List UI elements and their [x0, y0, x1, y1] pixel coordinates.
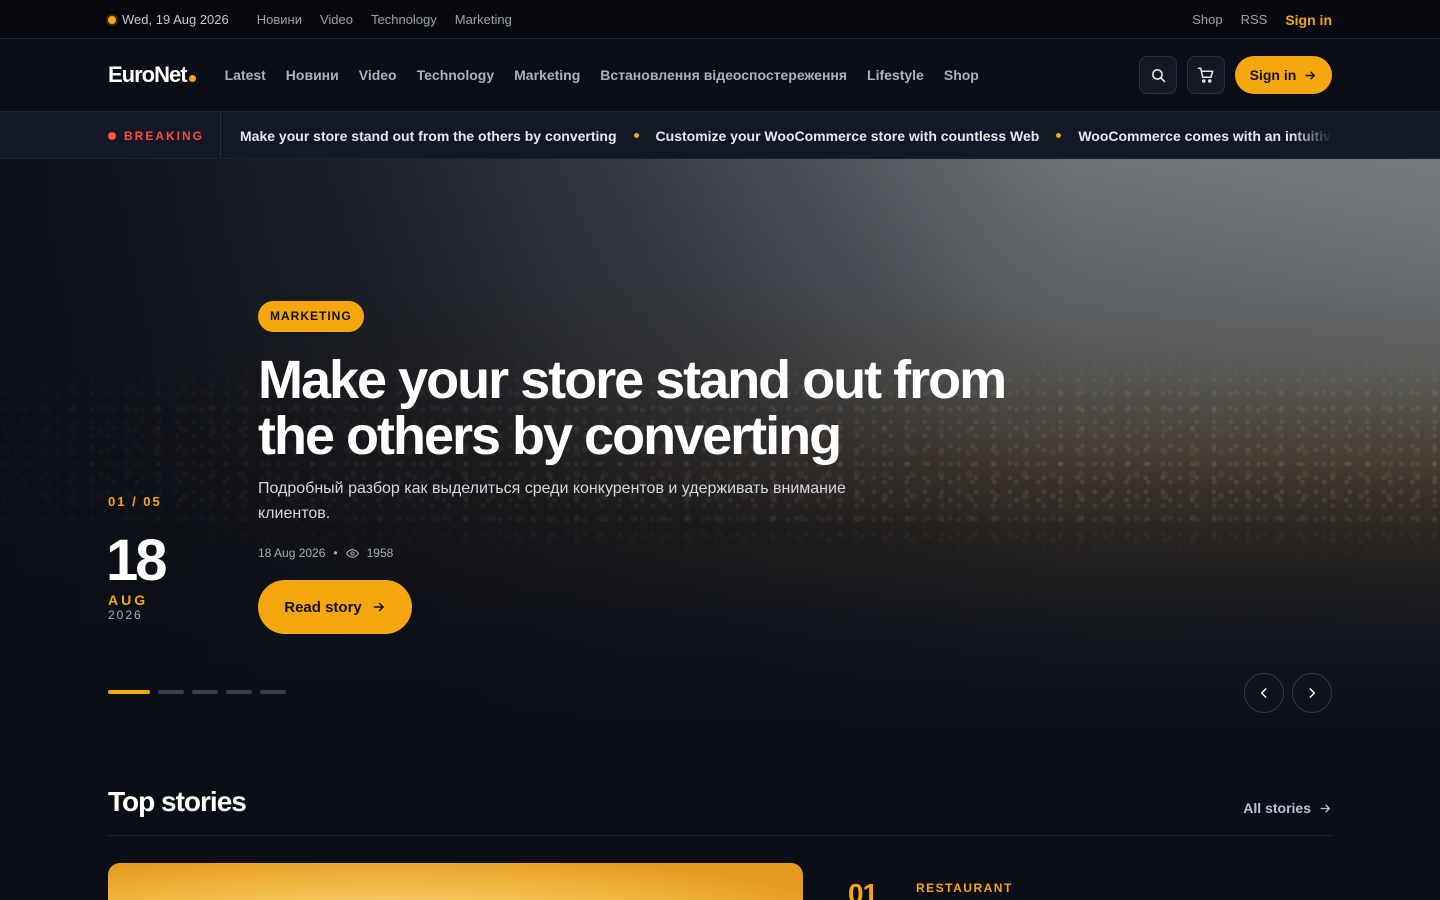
breaking-news-bar: BREAKING Make your store stand out from …	[0, 111, 1440, 159]
search-icon	[1151, 68, 1165, 82]
arrow-right-icon	[1320, 804, 1330, 812]
live-dot-icon	[108, 15, 116, 24]
ticker-item[interactable]: Make your store stand out from the other…	[240, 128, 617, 144]
cart-icon	[1197, 67, 1214, 83]
slide-counter: 01 / 05	[108, 494, 162, 509]
topbar-link-rss[interactable]: RSS	[1241, 12, 1268, 27]
chevron-left-icon	[1260, 688, 1267, 698]
slide-indicator[interactable]	[158, 690, 184, 694]
next-slide-button[interactable]	[1292, 673, 1332, 713]
category-badge[interactable]: MARKETING	[258, 301, 364, 332]
top-bar: Wed, 19 Aug 2026 Новини Video Technology…	[0, 0, 1440, 39]
top-stories-header: Top stories All stories	[108, 786, 1332, 836]
story-category[interactable]: RESTAURANT	[916, 881, 1013, 895]
slide-indicators	[108, 690, 286, 694]
topbar-link-shop[interactable]: Shop	[1192, 12, 1222, 27]
eye-icon	[345, 548, 359, 558]
hero-date: 18 Aug 2026	[258, 546, 326, 560]
hero-views: 1958	[366, 546, 394, 560]
topbar-link-video[interactable]: Video	[320, 12, 353, 27]
hero-year: 2026	[108, 608, 143, 622]
topbar-signin-link[interactable]: Sign in	[1285, 12, 1332, 28]
hero-date-block: 18 AUG 2026	[106, 528, 167, 623]
slider-arrows	[1244, 673, 1332, 713]
arrow-right-icon	[373, 602, 384, 612]
slide-indicator[interactable]	[108, 690, 150, 694]
logo-dot-icon	[188, 75, 196, 82]
topbar-link-news[interactable]: Новини	[257, 12, 302, 27]
story-rank: 01	[848, 878, 878, 900]
section-title: Top stories	[108, 786, 247, 817]
nav-item-shop[interactable]: Shop	[944, 67, 979, 83]
current-date: Wed, 19 Aug 2026	[122, 12, 229, 27]
site-logo[interactable]: EuroNet	[108, 62, 196, 88]
ticker-separator-icon	[1056, 133, 1062, 138]
hero-content: MARKETING Make your store stand out from…	[258, 301, 1058, 634]
breaking-label-text: BREAKING	[124, 128, 205, 143]
breaking-label: BREAKING	[108, 112, 222, 158]
logo-text: EuroNet	[108, 62, 188, 87]
meta-separator: •	[333, 546, 338, 560]
all-stories-link[interactable]: All stories	[1243, 800, 1332, 816]
read-story-label: Read story	[284, 598, 362, 616]
nav-item-marketing[interactable]: Marketing	[514, 67, 580, 83]
nav-item-video[interactable]: Video	[359, 67, 397, 83]
slide-indicator[interactable]	[192, 690, 218, 694]
slide-indicator[interactable]	[226, 690, 252, 694]
nav-item-lifestyle[interactable]: Lifestyle	[867, 67, 924, 83]
hero-meta: 18 Aug 2026 • 1958	[258, 546, 1058, 560]
slide-indicator[interactable]	[260, 690, 286, 694]
search-button[interactable]	[1139, 56, 1177, 94]
hero-title[interactable]: Make your store stand out from the other…	[258, 352, 1038, 464]
hero-slider: 01 / 05 18 AUG 2026 MARKETING Make your …	[0, 159, 1440, 739]
ticker-item[interactable]: Customize your WooCommerce store with co…	[656, 128, 1040, 144]
nav-item-cctv-install[interactable]: Встановлення відеоспостереження	[600, 67, 847, 83]
hero-day: 18	[106, 528, 167, 593]
read-story-button[interactable]: Read story	[258, 580, 412, 634]
breaking-dot-icon	[108, 131, 116, 140]
nav-item-latest[interactable]: Latest	[225, 67, 266, 83]
signin-button[interactable]: Sign in	[1235, 56, 1332, 94]
nav-item-news[interactable]: Новини	[286, 67, 339, 83]
hero-month: AUG	[108, 592, 149, 608]
arrow-right-icon	[1305, 71, 1316, 79]
main-header: EuroNet Latest Новини Video Technology M…	[0, 39, 1440, 111]
cart-button[interactable]	[1187, 56, 1225, 94]
breaking-ticker: Make your store stand out from the other…	[240, 127, 1332, 144]
ticker-separator-icon	[633, 133, 639, 138]
prev-slide-button[interactable]	[1244, 673, 1284, 713]
nav-item-technology[interactable]: Technology	[417, 67, 495, 83]
topbar-link-marketing[interactable]: Marketing	[455, 12, 512, 27]
chevron-right-icon	[1309, 688, 1316, 698]
signin-button-label: Sign in	[1249, 67, 1297, 83]
hero-subtitle: Подробный разбор как выделиться среди ко…	[258, 480, 846, 522]
topbar-link-technology[interactable]: Technology	[371, 12, 437, 27]
all-stories-label: All stories	[1243, 800, 1311, 816]
main-nav: Latest Новини Video Technology Marketing…	[225, 67, 999, 83]
featured-story-image[interactable]	[108, 863, 803, 900]
ticker-item[interactable]: WooCommerce comes with an intuitive drag…	[1078, 128, 1332, 144]
